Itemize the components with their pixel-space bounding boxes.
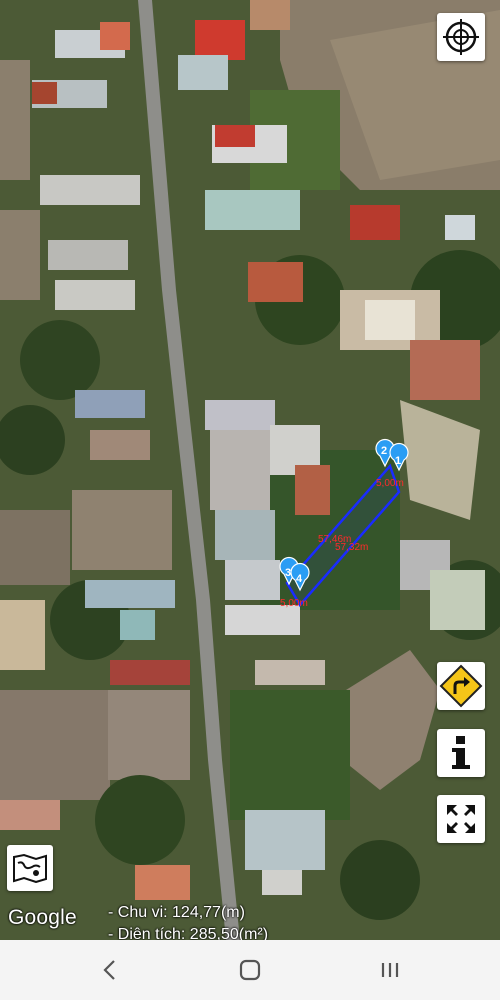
tree-cluster — [340, 840, 420, 920]
my-location-button[interactable] — [437, 13, 485, 61]
map-layers-icon — [13, 853, 47, 883]
pin-4-label: 4 — [296, 573, 303, 585]
perimeter-text: - Chu vi: 124,77(m) — [108, 904, 245, 921]
turn-right-sign-icon — [439, 664, 483, 708]
expand-icon — [447, 805, 475, 833]
info-button[interactable] — [437, 729, 485, 777]
field — [0, 210, 40, 300]
pin-2-label: 2 — [381, 445, 387, 457]
google-attribution: Google — [8, 906, 77, 929]
system-navigation-bar — [0, 940, 500, 1000]
pin-1-label: 1 — [395, 455, 401, 467]
recent-apps-icon — [381, 963, 399, 977]
tree-cluster — [20, 320, 100, 400]
field — [108, 690, 190, 780]
pin-3-label: 3 — [285, 567, 291, 579]
field — [0, 600, 45, 670]
crosshair-icon — [443, 19, 479, 55]
map-type-button[interactable] — [7, 845, 53, 891]
directions-button[interactable] — [437, 662, 485, 710]
vegetation — [230, 690, 350, 820]
field — [0, 60, 30, 180]
nav-recent-button[interactable] — [360, 940, 420, 1000]
dimension-label-long-2: 57,32m — [335, 542, 368, 553]
satellite-map[interactable]: 5,00m 57,46m 57,32m 5,00m 2 1 3 4 — [0, 0, 500, 940]
home-square-icon — [239, 959, 261, 981]
info-icon — [452, 736, 470, 769]
field — [72, 490, 172, 570]
nav-back-button[interactable] — [80, 940, 140, 1000]
field — [0, 510, 70, 585]
dimension-label-top: 5,00m — [376, 478, 404, 489]
tree-cluster — [95, 775, 185, 865]
nav-home-button[interactable] — [220, 940, 280, 1000]
fullscreen-button[interactable] — [437, 795, 485, 843]
field — [0, 690, 110, 800]
back-chevron-icon — [103, 960, 115, 980]
dimension-label-bottom: 5,00m — [280, 598, 308, 609]
